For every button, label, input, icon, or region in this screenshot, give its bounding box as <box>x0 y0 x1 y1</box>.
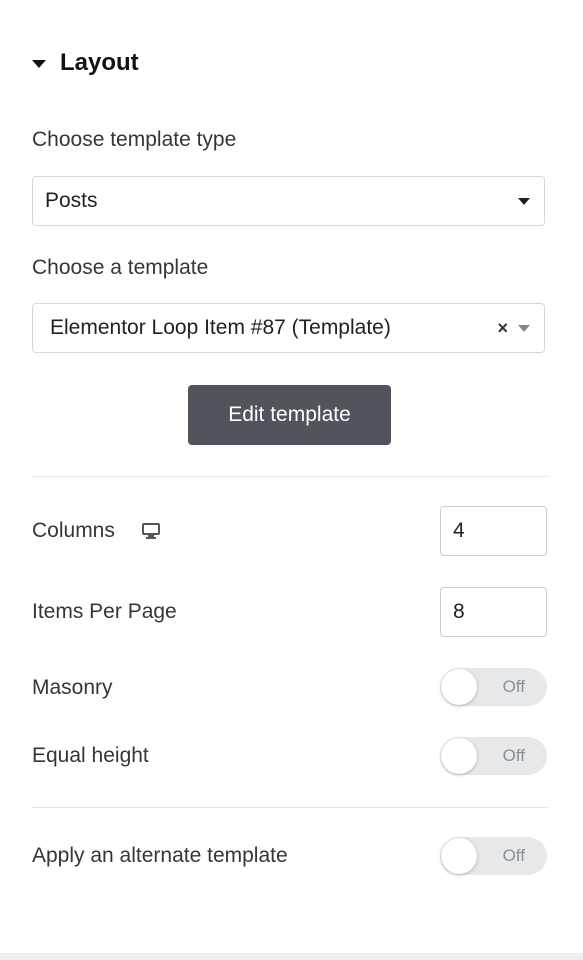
template-type-value: Posts <box>45 189 98 212</box>
layout-settings-panel: Layout Choose template type Posts Choose… <box>0 0 583 960</box>
toggle-knob <box>441 738 477 774</box>
alternate-template-toggle[interactable]: Off <box>440 837 547 875</box>
panel-bottom-edge <box>0 953 583 960</box>
toggle-state-text: Off <box>502 746 525 765</box>
template-label: Choose a template <box>32 256 209 279</box>
toggle-knob <box>441 669 477 705</box>
edit-template-button[interactable]: Edit template <box>188 385 391 445</box>
columns-row: Columns <box>32 516 161 546</box>
divider <box>32 476 547 477</box>
clear-x-icon[interactable]: × <box>497 319 508 337</box>
masonry-toggle[interactable]: Off <box>440 668 547 706</box>
toggle-state-text: Off <box>502 677 525 696</box>
template-type-label: Choose template type <box>32 128 237 151</box>
toggle-state-text: Off <box>502 846 525 865</box>
template-type-select[interactable]: Posts <box>32 176 545 226</box>
layout-section-header[interactable]: Layout <box>32 47 139 79</box>
section-title: Layout <box>60 49 139 76</box>
desktop-monitor-icon[interactable] <box>141 522 161 540</box>
columns-input[interactable]: 4 <box>440 506 547 556</box>
items-per-page-input[interactable]: 8 <box>440 587 547 637</box>
chevron-down-icon[interactable] <box>518 324 530 332</box>
template-select[interactable]: Elementor Loop Item #87 (Template) × <box>32 303 545 353</box>
masonry-label: Masonry <box>32 676 113 699</box>
template-value: Elementor Loop Item #87 (Template) <box>50 316 391 339</box>
items-per-page-label: Items Per Page <box>32 600 177 623</box>
alternate-template-label: Apply an alternate template <box>32 844 288 867</box>
columns-label: Columns <box>32 519 115 542</box>
equal-height-label: Equal height <box>32 744 149 767</box>
caret-down-icon <box>32 60 46 68</box>
equal-height-toggle[interactable]: Off <box>440 737 547 775</box>
chevron-down-icon <box>518 197 530 205</box>
toggle-knob <box>441 838 477 874</box>
divider <box>32 807 547 808</box>
